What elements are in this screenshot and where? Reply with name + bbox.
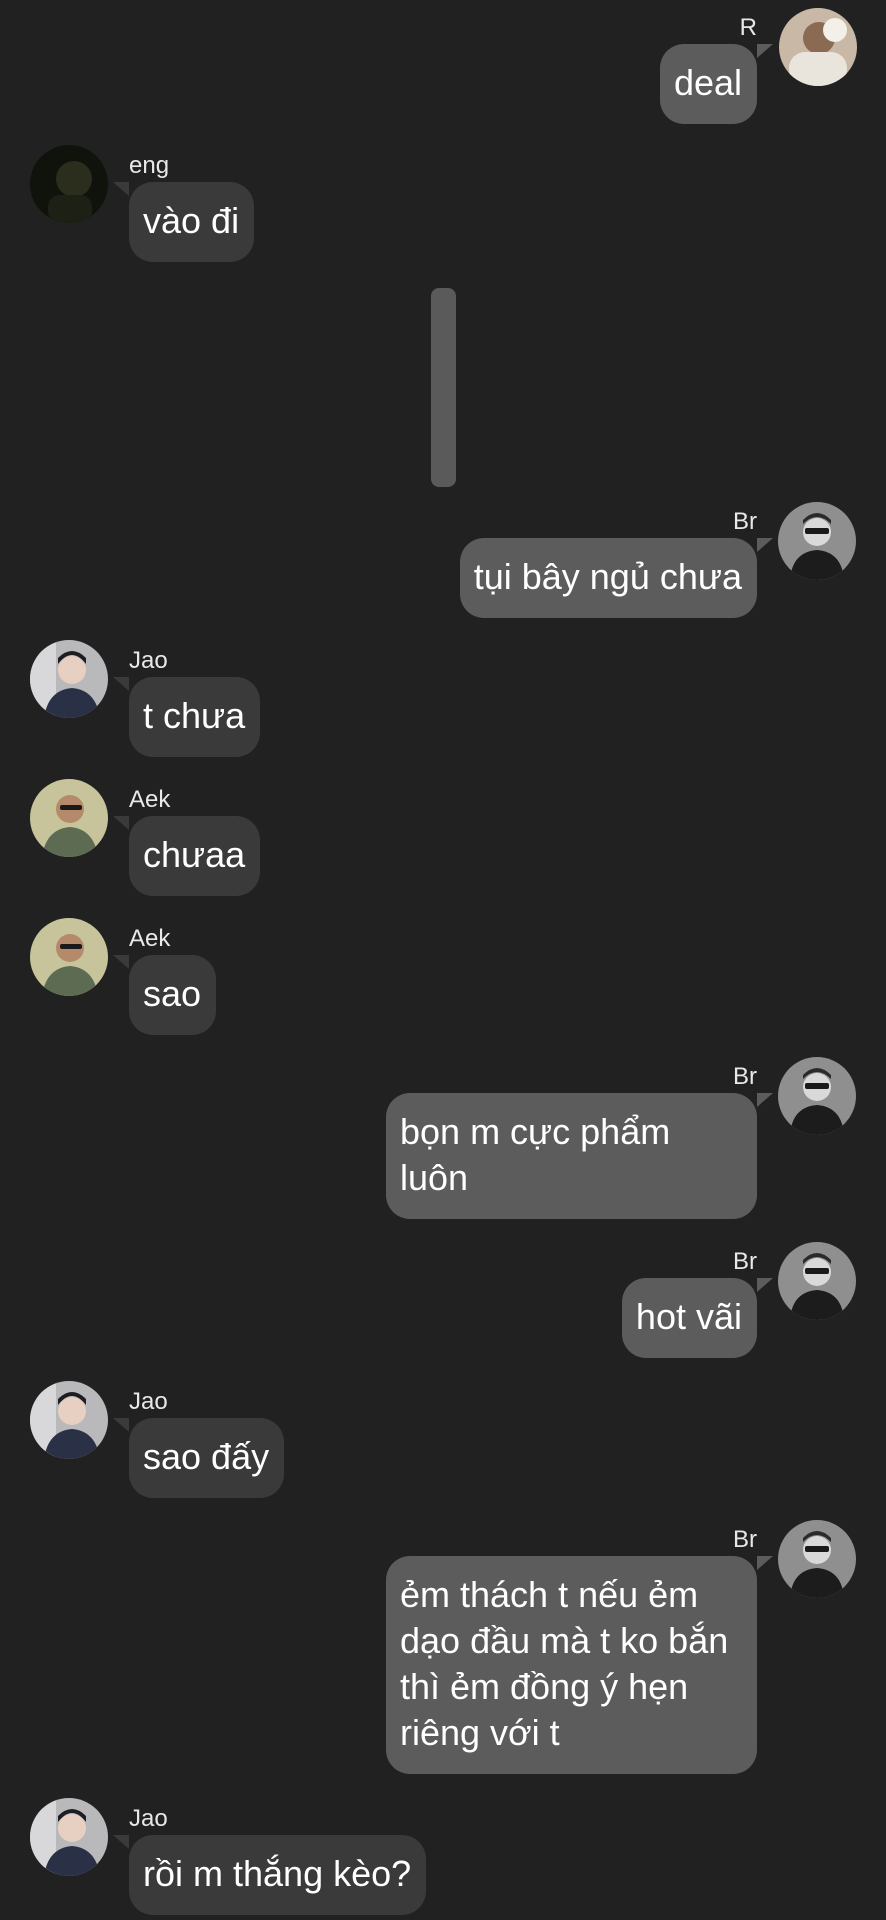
- message-bubble[interactable]: rồi m thắng kèo?: [129, 1835, 427, 1915]
- message-bubble[interactable]: tụi bây ngủ chưa: [459, 538, 757, 618]
- message-bubble[interactable]: ẻm thách t nếu ẻm dạo đầu mà t ko bắn th…: [386, 1556, 757, 1774]
- bubble-tail: [113, 182, 129, 196]
- bubble-tail: [757, 1556, 773, 1570]
- sender-name: Aek: [129, 925, 171, 952]
- avatar-aek[interactable]: [30, 918, 108, 996]
- bubble-tail: [113, 1835, 129, 1849]
- avatar-br[interactable]: [778, 502, 856, 580]
- sender-name: Jao: [129, 1388, 168, 1415]
- sender-name: Jao: [129, 647, 168, 674]
- bubble-tail: [113, 1418, 129, 1432]
- message-bubble[interactable]: hot vãi: [621, 1278, 757, 1358]
- sender-name: Aek: [129, 786, 171, 813]
- scrollbar-thumb[interactable]: [431, 288, 456, 487]
- message-bubble[interactable]: sao đấy: [129, 1418, 285, 1498]
- avatar-br[interactable]: [778, 1242, 856, 1320]
- sender-name: Br: [733, 508, 757, 535]
- bubble-tail: [757, 1278, 773, 1292]
- bubble-tail: [757, 44, 773, 58]
- bubble-tail: [757, 538, 773, 552]
- message-bubble[interactable]: chưaa: [129, 816, 261, 896]
- message-bubble[interactable]: sao: [129, 955, 217, 1035]
- message-bubble[interactable]: t chưa: [129, 677, 261, 757]
- sender-name: eng: [129, 152, 170, 179]
- bubble-tail: [113, 955, 129, 969]
- sender-name: Br: [733, 1248, 757, 1275]
- avatar-eng[interactable]: [30, 145, 108, 223]
- message-bubble[interactable]: vào đi: [129, 182, 255, 262]
- avatar-jao[interactable]: [30, 1381, 108, 1459]
- avatar-br[interactable]: [778, 1520, 856, 1598]
- avatar-aek[interactable]: [30, 779, 108, 857]
- avatar-br[interactable]: [778, 1057, 856, 1135]
- bubble-tail: [113, 677, 129, 691]
- avatar-r[interactable]: [779, 8, 857, 86]
- sender-name: Br: [733, 1063, 757, 1090]
- sender-name: R: [739, 14, 757, 41]
- sender-name: Jao: [129, 1805, 168, 1832]
- bubble-tail: [113, 816, 129, 830]
- message-bubble[interactable]: deal: [659, 44, 757, 124]
- bubble-tail: [757, 1093, 773, 1107]
- avatar-jao[interactable]: [30, 640, 108, 718]
- message-bubble[interactable]: bọn m cực phẩm luôn: [386, 1093, 757, 1219]
- sender-name: Br: [733, 1526, 757, 1553]
- avatar-jao[interactable]: [30, 1798, 108, 1876]
